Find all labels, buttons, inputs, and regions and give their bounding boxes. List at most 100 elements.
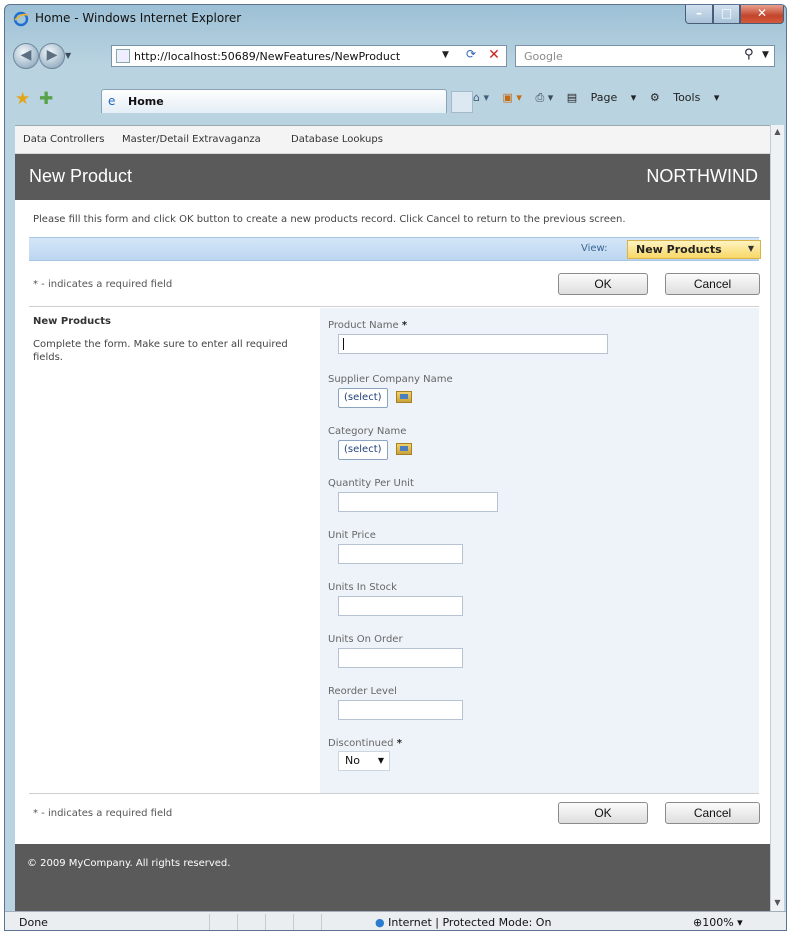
view-selector[interactable]: New Products ▼ [627, 240, 761, 259]
browser-window: Home - Windows Internet Explorer – □ ✕ ◀… [4, 4, 787, 931]
field-label-discontinued: Discontinued * [328, 738, 402, 749]
vertical-scrollbar[interactable]: ▲ ▼ [770, 125, 784, 911]
chevron-down-icon: ▼ [377, 756, 384, 765]
menu-item-master-detail[interactable]: Master/Detail Extravaganza [122, 134, 261, 145]
search-dropdown-icon[interactable]: ▼ [762, 50, 769, 60]
ie-logo-icon [13, 11, 29, 27]
field-label-units-in-stock: Units In Stock [328, 582, 397, 593]
supplier-lookup-icon[interactable] [396, 391, 412, 403]
minimize-button[interactable]: – [685, 5, 713, 24]
menu-item-data-controllers[interactable]: Data Controllers [23, 134, 104, 145]
zoom-icon: ⊕ [693, 916, 703, 929]
ie-page-icon: e [108, 94, 116, 108]
category-select-link[interactable]: (select) [338, 440, 388, 460]
status-text: Done [19, 916, 48, 929]
recent-pages-dropdown-icon[interactable]: ▼ [65, 51, 75, 61]
page-footer: © 2009 MyCompany. All rights reserved. [15, 844, 770, 911]
top-menu: Data Controllers Master/Detail Extravaga… [15, 126, 770, 154]
category-lookup-icon[interactable] [396, 443, 412, 455]
form-area: New Products Complete the form. Make sur… [29, 308, 759, 793]
form-description-pane: New Products Complete the form. Make sur… [29, 308, 320, 793]
scroll-down-icon[interactable]: ▼ [771, 898, 784, 907]
units-on-order-input[interactable] [338, 648, 463, 668]
scroll-up-icon[interactable]: ▲ [771, 127, 784, 136]
address-dropdown-icon[interactable]: ▼ [442, 50, 449, 60]
new-tab-button[interactable] [451, 91, 473, 113]
cancel-button-top[interactable]: Cancel [665, 273, 760, 295]
title-bar: Home - Windows Internet Explorer – □ ✕ [5, 5, 786, 33]
menu-item-database-lookups[interactable]: Database Lookups [291, 134, 383, 145]
discontinued-label-text: Discontinued [328, 738, 394, 749]
divider-bottom [29, 793, 759, 794]
reorder-level-input[interactable] [338, 700, 463, 720]
back-button[interactable]: ◀ [13, 43, 39, 69]
navigation-bar: ◀ ▶ ▼ http://localhost:50689/NewFeatures… [5, 41, 786, 71]
home-icon[interactable]: ⌂ ▾ [473, 91, 489, 104]
tools-menu[interactable]: ⚙ Tools ▾ [650, 91, 720, 104]
product-name-input[interactable] [338, 334, 608, 354]
forward-arrow-icon: ▶ [46, 47, 58, 63]
zoom-control[interactable]: ⊕100% ▾ [693, 916, 743, 929]
zoom-level: 100% [702, 916, 734, 929]
command-bar: ★ ✚ e Home ⌂ ▾ ▣ ▾ ⎙ ▾ ▤ Page ▾ ⚙ Tools … [5, 85, 786, 115]
search-icon[interactable]: ⚲ [744, 47, 754, 62]
required-star: * [401, 320, 408, 331]
required-star: * [396, 738, 402, 749]
print-icon[interactable]: ⎙ ▾ [535, 91, 553, 105]
view-bar: View: New Products ▼ [29, 237, 761, 261]
form-fields-pane: Product Name * Supplier Company Name (se… [320, 308, 759, 793]
page-menu[interactable]: ▤ Page ▾ [567, 91, 637, 104]
copyright-text: © 2009 MyCompany. All rights reserved. [27, 858, 231, 869]
search-placeholder[interactable]: Google [524, 50, 563, 63]
back-arrow-icon: ◀ [20, 47, 32, 63]
chevron-down-icon: ▼ [747, 244, 754, 253]
quantity-per-unit-input[interactable] [338, 492, 498, 512]
discontinued-select[interactable]: No ▼ [338, 751, 390, 771]
favorites-star-icon[interactable]: ★ [15, 89, 30, 109]
maximize-icon: □ [720, 6, 733, 20]
minimize-icon: – [696, 6, 702, 20]
address-url[interactable]: http://localhost:50689/NewFeatures/NewPr… [134, 50, 400, 63]
unit-price-input[interactable] [338, 544, 463, 564]
status-bar: Done ● Internet | Protected Mode: On ⊕10… [5, 911, 786, 930]
search-box[interactable]: Google ⚲ ▼ [515, 45, 775, 67]
ok-button-top[interactable]: OK [558, 273, 648, 295]
tab-home[interactable]: e Home [101, 89, 447, 113]
view-selector-value: New Products [636, 243, 722, 256]
close-window-button[interactable]: ✕ [740, 5, 784, 24]
field-label-supplier: Supplier Company Name [328, 374, 453, 385]
stop-icon[interactable]: ✕ [484, 47, 504, 65]
view-label: View: [581, 243, 608, 254]
close-icon: ✕ [756, 6, 768, 20]
address-bar[interactable]: http://localhost:50689/NewFeatures/NewPr… [111, 45, 507, 67]
window-title: Home - Windows Internet Explorer [35, 11, 242, 25]
security-zone-label: Internet | Protected Mode: On [388, 916, 552, 929]
page-header: New Product NORTHWIND [15, 154, 770, 200]
page-title: New Product [29, 166, 133, 186]
globe-icon: ● [375, 916, 385, 929]
field-label-reorder-level: Reorder Level [328, 686, 397, 697]
refresh-icon[interactable]: ⟳ [460, 47, 482, 65]
supplier-select-link[interactable]: (select) [338, 388, 388, 408]
form-section-title: New Products [33, 316, 111, 327]
required-note-bottom: * - indicates a required field [33, 808, 173, 819]
add-favorites-icon[interactable]: ✚ [39, 89, 53, 109]
units-in-stock-input[interactable] [338, 596, 463, 616]
maximize-button[interactable]: □ [713, 5, 740, 24]
field-label-category: Category Name [328, 426, 407, 437]
text-caret [343, 338, 344, 350]
cancel-button-bottom[interactable]: Cancel [665, 802, 760, 824]
tab-home-label: Home [128, 95, 164, 108]
ok-button-bottom[interactable]: OK [558, 802, 648, 824]
page-menu-icon: ▤ [566, 91, 578, 104]
feeds-icon[interactable]: ▣ ▾ [503, 91, 522, 104]
field-label-product-name: Product Name * [328, 320, 407, 331]
divider-top [29, 306, 759, 307]
product-name-label-text: Product Name [328, 320, 399, 331]
tools-menu-icon: ⚙ [649, 91, 660, 104]
discontinued-value: No [345, 754, 360, 767]
instructions-text: Please fill this form and click OK butto… [33, 214, 626, 225]
field-label-unit-price: Unit Price [328, 530, 376, 541]
security-zone[interactable]: ● Internet | Protected Mode: On [375, 916, 551, 929]
forward-button[interactable]: ▶ [39, 43, 65, 69]
